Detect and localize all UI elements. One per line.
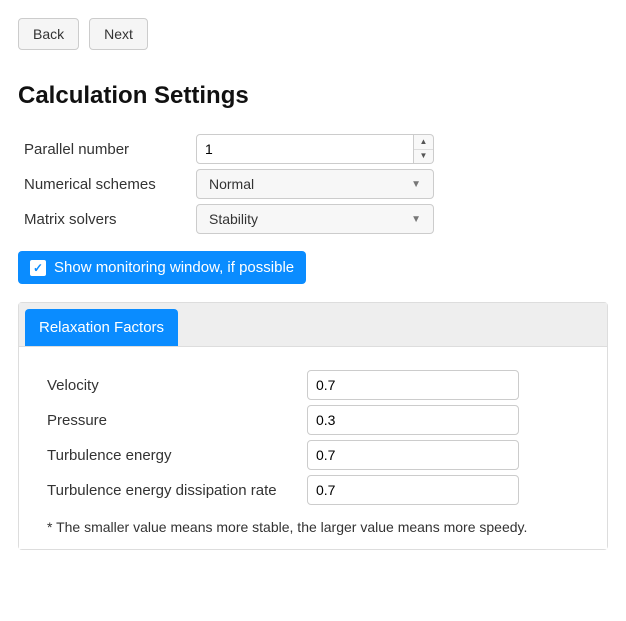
spinner-down-icon[interactable]: ▼ xyxy=(414,149,433,164)
parallel-input[interactable] xyxy=(196,134,414,164)
chevron-down-icon: ▼ xyxy=(411,214,421,225)
pressure-label: Pressure xyxy=(47,412,307,429)
relaxation-note: * The smaller value means more stable, t… xyxy=(37,519,589,535)
velocity-row: Velocity xyxy=(37,370,589,400)
schemes-row: Numerical schemes Normal ▼ xyxy=(18,169,608,199)
solvers-label: Matrix solvers xyxy=(24,211,196,228)
pressure-input[interactable] xyxy=(307,405,519,435)
parallel-row: Parallel number ▲ ▼ xyxy=(18,134,608,164)
panel-tabs: Relaxation Factors xyxy=(19,303,607,346)
turb-diss-row: Turbulence energy dissipation rate xyxy=(37,475,589,505)
parallel-label: Parallel number xyxy=(24,141,196,158)
turb-energy-label: Turbulence energy xyxy=(47,447,307,464)
pressure-row: Pressure xyxy=(37,405,589,435)
page-title: Calculation Settings xyxy=(18,82,608,110)
schemes-select[interactable]: Normal ▼ xyxy=(196,169,434,199)
panel-body: Velocity Pressure Turbulence energy Turb… xyxy=(19,346,607,549)
nav-buttons: Back Next xyxy=(18,18,608,50)
monitoring-toggle[interactable]: ✓ Show monitoring window, if possible xyxy=(18,251,306,284)
velocity-input[interactable] xyxy=(307,370,519,400)
solvers-select[interactable]: Stability ▼ xyxy=(196,204,434,234)
back-button[interactable]: Back xyxy=(18,18,79,50)
turb-diss-label: Turbulence energy dissipation rate xyxy=(47,482,307,499)
next-button[interactable]: Next xyxy=(89,18,148,50)
solvers-value: Stability xyxy=(209,211,258,227)
spinner-up-icon[interactable]: ▲ xyxy=(414,135,433,149)
schemes-label: Numerical schemes xyxy=(24,176,196,193)
monitoring-label: Show monitoring window, if possible xyxy=(54,259,294,276)
parallel-spinner: ▲ ▼ xyxy=(414,134,434,164)
schemes-value: Normal xyxy=(209,176,254,192)
turb-energy-row: Turbulence energy xyxy=(37,440,589,470)
relaxation-panel: Relaxation Factors Velocity Pressure Tur… xyxy=(18,302,608,550)
turb-energy-input[interactable] xyxy=(307,440,519,470)
solvers-row: Matrix solvers Stability ▼ xyxy=(18,204,608,234)
tab-relaxation-factors[interactable]: Relaxation Factors xyxy=(25,309,178,346)
check-icon: ✓ xyxy=(30,260,46,276)
chevron-down-icon: ▼ xyxy=(411,179,421,190)
parallel-input-wrap: ▲ ▼ xyxy=(196,134,434,164)
velocity-label: Velocity xyxy=(47,377,307,394)
turb-diss-input[interactable] xyxy=(307,475,519,505)
